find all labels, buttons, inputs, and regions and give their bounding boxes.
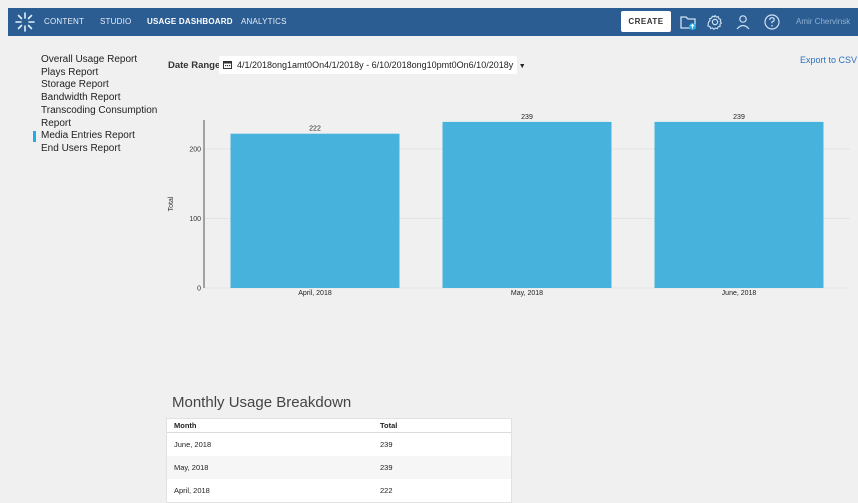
top-nav: CONTENT STUDIO USAGE DASHBOARD ANALYTICS… <box>8 8 858 36</box>
date-range-value: 4/1/2018ong1amt0On4/1/2018y - 6/10/2018o… <box>237 60 514 70</box>
nav-content[interactable]: CONTENT <box>44 17 84 26</box>
upload-folder-icon[interactable] <box>679 13 697 31</box>
sidebar-item-overall-usage[interactable]: Overall Usage Report <box>33 54 158 67</box>
bar-value-label: 239 <box>521 114 533 121</box>
nav-usage-dashboard[interactable]: USAGE DASHBOARD <box>147 17 233 26</box>
cell-total: 239 <box>380 463 393 472</box>
gear-icon[interactable] <box>706 13 724 31</box>
export-csv-link[interactable]: Export to CSV <box>800 55 857 65</box>
x-tick-label: April, 2018 <box>298 290 332 297</box>
cell-month: May, 2018 <box>174 463 209 472</box>
column-header-month[interactable]: Month <box>167 419 380 432</box>
bar[interactable] <box>442 121 612 288</box>
table-row: April, 2018 222 <box>167 479 511 502</box>
help-icon[interactable] <box>763 13 781 31</box>
report-sidebar: Overall Usage Report Plays Report Storag… <box>33 54 158 156</box>
table-row: May, 2018 239 <box>167 456 511 479</box>
sidebar-item-transcoding[interactable]: Transcoding Consumption Report <box>33 105 158 130</box>
table-row: June, 2018 239 <box>167 433 511 456</box>
y-tick-label: 0 <box>197 286 201 293</box>
y-tick-label: 100 <box>189 216 201 223</box>
cell-total: 239 <box>380 440 393 449</box>
media-entries-chart: Total 0 100 200 222 April, 2018 239 May, 2018… <box>168 114 850 297</box>
sidebar-item-plays[interactable]: Plays Report <box>33 67 158 80</box>
cell-month: June, 2018 <box>174 440 212 449</box>
bar[interactable] <box>230 133 400 288</box>
date-range-picker[interactable]: 4/1/2018ong1amt0On4/1/2018y - 6/10/2018o… <box>219 56 526 74</box>
bar-value-label: 239 <box>733 114 745 121</box>
sidebar-item-bandwidth[interactable]: Bandwidth Report <box>33 92 158 105</box>
sidebar-item-end-users[interactable]: End Users Report <box>33 143 158 156</box>
cell-month: April, 2018 <box>174 486 210 495</box>
calendar-icon <box>223 61 232 69</box>
user-icon[interactable] <box>734 13 752 31</box>
y-tick-label: 200 <box>189 147 201 154</box>
date-range-label: Date Range <box>168 60 221 71</box>
chevron-down-icon: ▼ <box>518 63 526 70</box>
cell-total: 222 <box>380 486 393 495</box>
nav-analytics[interactable]: ANALYTICS <box>241 17 287 26</box>
bar[interactable] <box>654 121 824 288</box>
x-tick-label: June, 2018 <box>722 290 757 297</box>
sidebar-item-storage[interactable]: Storage Report <box>33 79 158 92</box>
kaltura-logo-icon[interactable] <box>14 11 36 33</box>
y-axis-label: Total <box>168 196 175 211</box>
bar-value-label: 222 <box>309 126 321 133</box>
nav-studio[interactable]: STUDIO <box>100 17 131 26</box>
user-name[interactable]: Amir Chervinsk <box>796 17 850 26</box>
monthly-usage-table: Month Total June, 2018 239 May, 2018 239… <box>166 418 512 503</box>
table-header-row: Month Total <box>167 419 511 433</box>
table-title: Monthly Usage Breakdown <box>172 394 352 411</box>
sidebar-item-media-entries[interactable]: Media Entries Report <box>33 130 158 143</box>
x-tick-label: May, 2018 <box>511 290 543 297</box>
column-header-total[interactable]: Total <box>380 419 511 432</box>
create-button[interactable]: CREATE <box>621 11 671 32</box>
